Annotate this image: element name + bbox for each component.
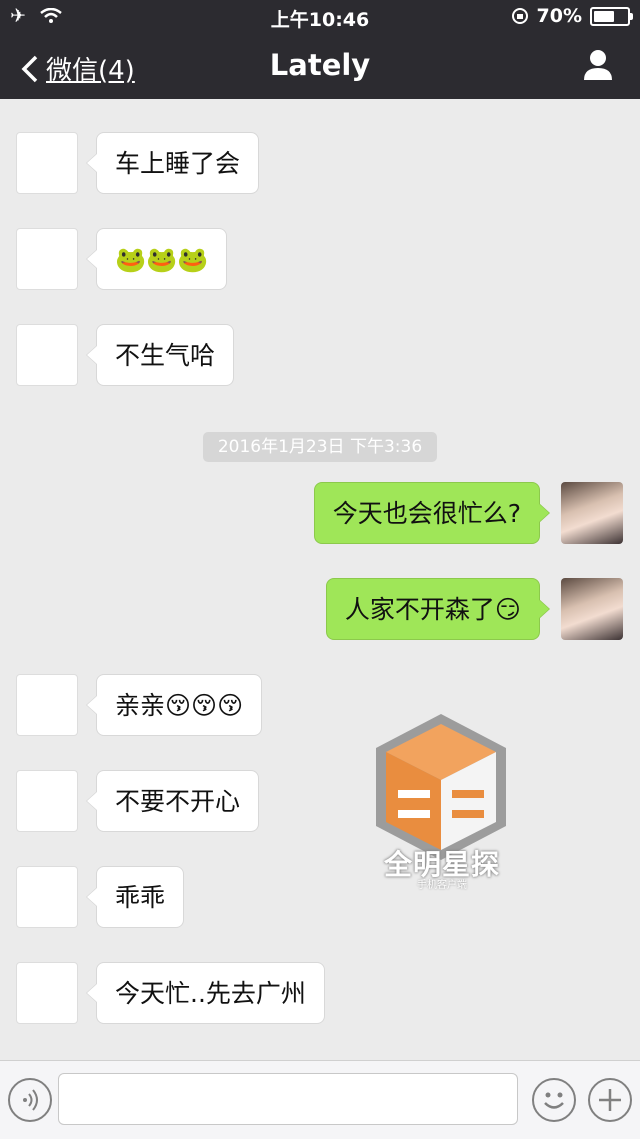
voice-button[interactable]	[8, 1078, 52, 1122]
more-button[interactable]	[588, 1078, 632, 1122]
contact-avatar[interactable]	[16, 770, 78, 832]
own-avatar[interactable]	[561, 482, 623, 544]
timestamp: 2016年1月23日 下午3:36	[203, 432, 437, 462]
contact-avatar[interactable]	[16, 324, 78, 386]
message-bubble[interactable]: 亲亲😚😚😚	[85, 674, 263, 736]
message-bubble[interactable]: 乖乖	[85, 866, 185, 928]
nav-bar: 微信(4) Lately	[0, 34, 640, 99]
own-avatar[interactable]	[561, 578, 623, 640]
contact-avatar[interactable]	[16, 228, 78, 290]
message-bubble-own[interactable]: 人家不开森了😏	[325, 578, 551, 640]
watermark-subtitle: 手机客户端	[417, 880, 467, 891]
message-input[interactable]	[58, 1073, 518, 1125]
profile-icon[interactable]	[582, 48, 614, 82]
message-bubble-own[interactable]: 今天也会很忙么?	[313, 482, 551, 544]
contact-avatar[interactable]	[16, 962, 78, 1024]
voice-icon	[23, 1089, 38, 1111]
rotation-lock-icon	[511, 8, 528, 24]
emoji-button[interactable]	[532, 1078, 576, 1122]
contact-avatar[interactable]	[16, 866, 78, 928]
battery-percent: 70%	[536, 5, 582, 27]
contact-avatar[interactable]	[16, 674, 78, 736]
contact-avatar[interactable]	[16, 132, 78, 194]
chat-title: Lately	[269, 48, 371, 82]
smiley-icon	[544, 1092, 564, 1109]
battery-icon	[590, 6, 633, 26]
input-bar	[0, 1060, 640, 1139]
plus-icon	[599, 1089, 621, 1111]
message-bubble[interactable]: 不生气哈	[85, 324, 235, 386]
message-bubble[interactable]: 不要不开心	[85, 770, 260, 832]
message-bubble[interactable]: 🐸🐸🐸	[85, 228, 228, 290]
top-bar: ✈ 上午10:46 70% 微信(4) Lately	[0, 0, 640, 99]
status-right: 70%	[511, 5, 633, 27]
status-bar: ✈ 上午10:46 70%	[0, 0, 640, 34]
message-bubble[interactable]: 今天忙..先去广州	[86, 962, 325, 1024]
battery-fill	[594, 10, 614, 22]
message-bubble[interactable]: 车上睡了会	[85, 132, 260, 194]
